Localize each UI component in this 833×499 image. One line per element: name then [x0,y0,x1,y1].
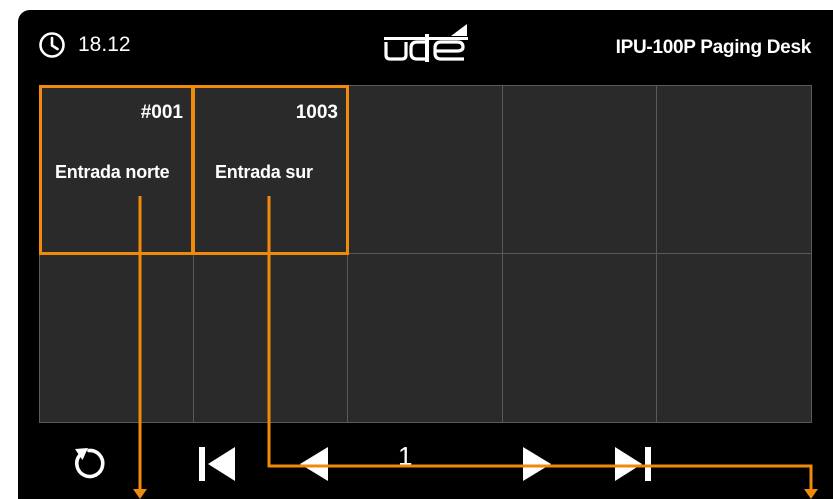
clock-icon [39,32,65,58]
zone-cell-entrada-sur[interactable]: 1003 Entrada sur [192,85,349,255]
zone-cell-empty[interactable] [194,254,346,421]
clock-time: 18.12 [78,33,131,56]
status-bar: 18.12 IPU-100P Paging Desk [18,10,833,82]
last-page-icon[interactable] [612,445,654,483]
zone-cell-entrada-norte[interactable]: #001 Entrada norte [39,85,194,255]
device-title: IPU-100P Paging Desk [615,37,812,58]
zone-code: #001 [140,102,183,123]
zone-cell-empty[interactable] [657,254,810,421]
ude-logo [384,24,468,62]
zone-grid: #001 Entrada norte 1003 Entrada sur [39,85,812,423]
reload-icon[interactable] [68,443,108,483]
zone-code: 1003 [295,102,338,123]
grid-line [811,85,812,423]
zone-cell-empty[interactable] [348,86,501,252]
zone-cell-empty[interactable] [348,254,501,421]
paging-desk-screen: 18.12 IPU-100P Paging Desk #001 Entrada … [18,10,833,499]
zone-cell-empty[interactable] [40,254,192,421]
zone-cell-empty[interactable] [657,86,810,252]
pager-bar [18,423,833,499]
page-number: 1 [398,441,413,471]
zone-name: Entrada norte [55,162,170,182]
prev-page-icon[interactable] [298,445,330,483]
zone-cell-empty[interactable] [503,254,655,421]
zone-name: Entrada sur [215,162,313,182]
zone-cell-empty[interactable] [503,86,655,252]
next-page-icon[interactable] [521,445,553,483]
first-page-icon[interactable] [196,445,238,483]
